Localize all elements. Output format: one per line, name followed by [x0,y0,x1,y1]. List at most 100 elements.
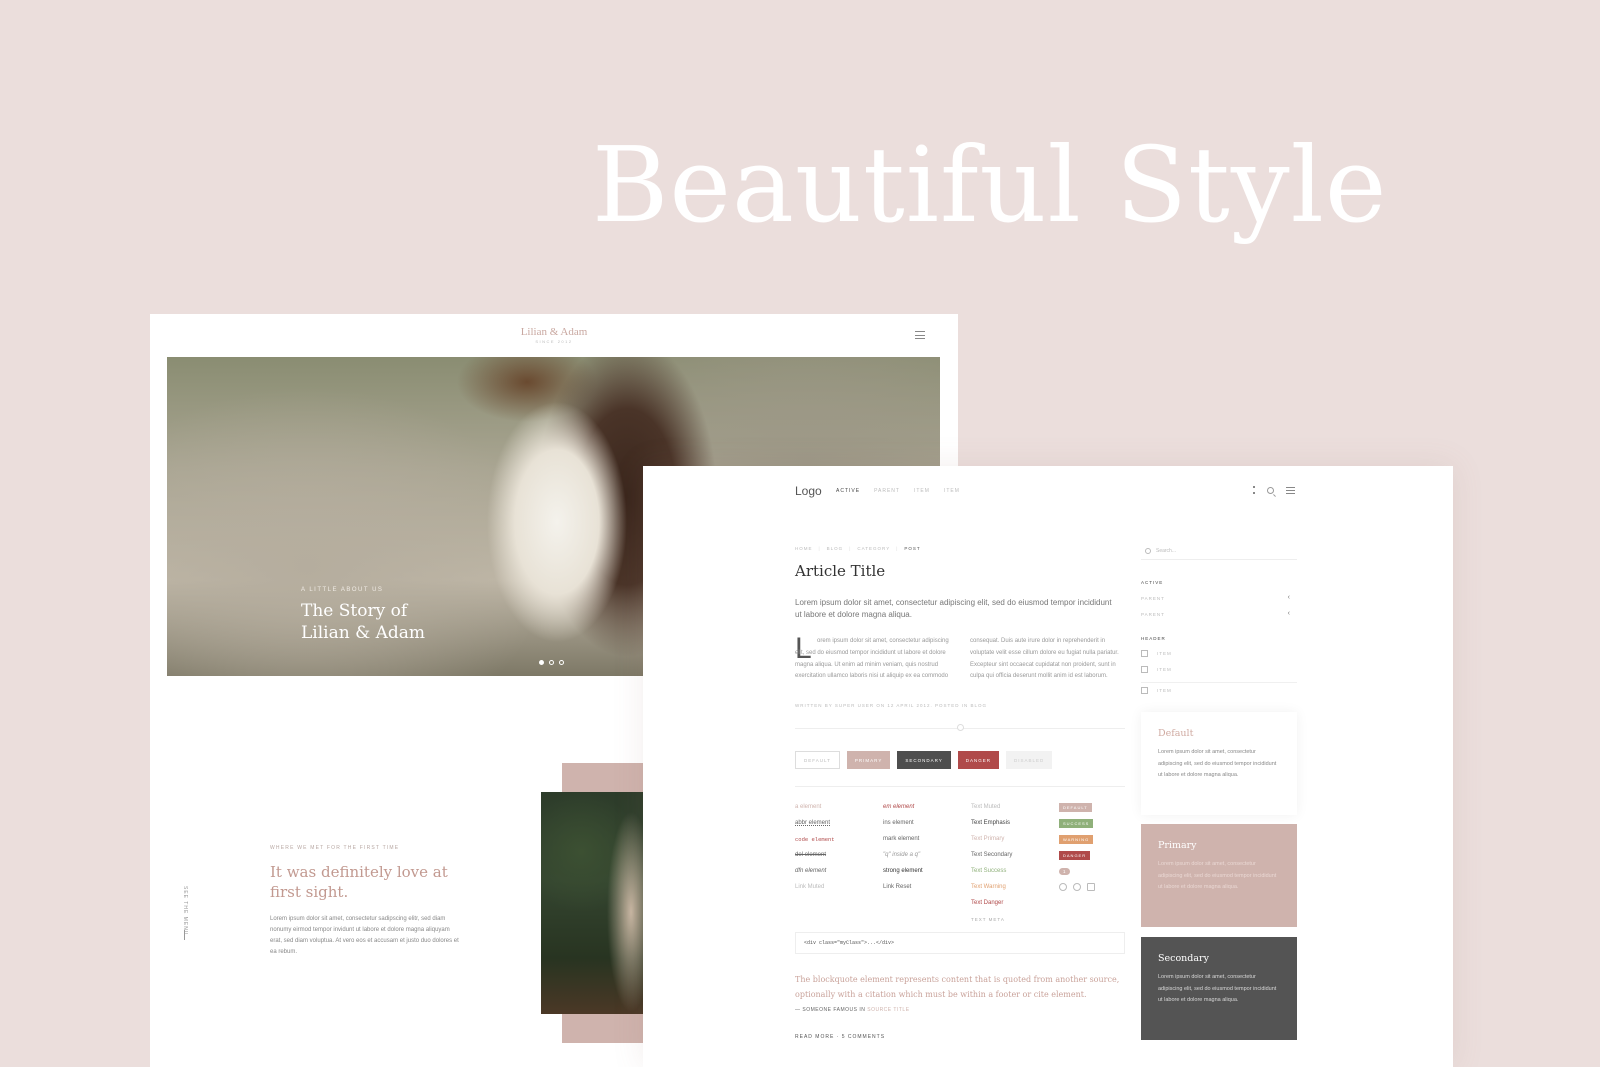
label-wrap: DANGER [1059,847,1129,863]
couple-photo [541,792,651,1014]
nav-item[interactable]: ITEM [914,488,930,494]
article-column-1: orem ipsum dolor sit amet, consectetur a… [795,638,949,680]
strong-element: strong element [883,868,923,874]
sidebar-item-active[interactable]: ACTIVE [1141,580,1163,585]
sidebar-item[interactable]: ITEM [1141,666,1297,673]
menu-icon[interactable] [915,331,925,339]
trash-icon[interactable] [1087,883,1095,891]
a-element-link[interactable]: a element [795,799,883,815]
card-secondary: Secondary Lorem ipsum dolor sit amet, co… [1141,937,1297,1040]
github-icon[interactable] [1073,883,1081,891]
sidebar-item-label: ITEM [1157,688,1172,693]
sidebar-item-label: PARENT [1141,612,1165,617]
sidebar-item-parent[interactable]: PARENT ‹ [1141,594,1297,601]
chevron-left-icon[interactable]: ‹ [1288,594,1291,601]
site-brand[interactable]: Lilian & Adam SINCE 2012 [150,326,958,344]
button-row: DEFAULT PRIMARY SECONDARY DANGER DISABLE… [795,751,1053,769]
labels-col: DEFAULT SUCCESS WARNING DANGER 1 [1059,799,1129,927]
article-meta: WRITTEN BY SUPER USER ON 12 APRIL 2012. … [795,703,988,708]
sidebar-item-parent[interactable]: PARENT ‹ [1141,610,1297,617]
text-success: Text Success [971,868,1007,874]
text-warning: Text Warning [971,884,1006,890]
label-default: DEFAULT [1059,802,1092,812]
disabled-button: DISABLED [1006,751,1053,769]
icon-row [1059,879,1129,895]
menu-icon[interactable] [1286,486,1295,494]
secondary-button[interactable]: SECONDARY [897,751,951,769]
sidebar-item-label: ITEM [1157,651,1172,656]
card-title: Primary [1158,840,1197,851]
danger-button[interactable]: DANGER [957,751,1000,769]
slide-dot[interactable] [549,660,554,665]
divider-icon [957,724,964,731]
hero-title-line2: Lilian & Adam [301,623,426,643]
hero-title: The Story of Lilian & Adam [301,600,501,644]
text-muted: Text Muted [971,804,1001,810]
cite-source-link[interactable]: SOURCE TITLE [867,1007,909,1013]
badge-wrap: 1 [1059,863,1129,879]
label-warning: WARNING [1059,834,1094,844]
blockquote: The blockquote element represents conten… [795,975,1120,999]
inline-elements-col-2: em element ins element mark element "q" … [883,799,971,927]
label-wrap: WARNING [1059,831,1129,847]
sidebar-search-input[interactable]: Search... [1141,542,1297,560]
search-placeholder: Search... [1156,547,1177,554]
breadcrumb-home[interactable]: HOME [795,546,813,551]
link-muted[interactable]: Link Muted [795,879,883,895]
read-more-link[interactable]: READ MORE · 5 COMMENTS [795,1034,885,1040]
link-reset[interactable]: Link Reset [883,879,971,895]
label-danger: DANGER [1059,850,1091,860]
mark-element: mark element [883,836,920,842]
label-success: SUCCESS [1059,818,1094,828]
default-button[interactable]: DEFAULT [795,751,840,769]
card-default: Default Lorem ipsum dolor sit amet, cons… [1141,712,1297,815]
text-colors-col: Text Muted Text Emphasis Text Primary Te… [971,799,1059,927]
slide-dot[interactable] [559,660,564,665]
typography-samples: a element abbr element code element del … [795,799,1129,927]
badge: 1 [1059,867,1070,875]
nav-item-parent[interactable]: PARENT [874,488,900,494]
card-body: Lorem ipsum dolor sit amet, consectetur … [1158,974,1277,1003]
story-title: It was definitely love at first sight. [270,863,448,901]
card-body: Lorem ipsum dolor sit amet, consectetur … [1158,861,1277,890]
text-emphasis: Text Emphasis [971,820,1011,826]
search-icon[interactable] [1267,486,1274,494]
side-menu-label[interactable]: SEE THE MENU [182,886,188,935]
blockquote-cite: — SOMEONE FAMOUS IN SOURCE TITLE [795,1007,910,1013]
nav-item[interactable]: ITEM [944,488,960,494]
article-lead: Lorem ipsum dolor sit amet, consectetur … [795,598,1112,619]
chevron-left-icon[interactable]: ‹ [1288,610,1291,617]
mini-icons [1059,883,1095,891]
story-text: Lorem ipsum dolor sit amet, consectetur … [270,916,459,955]
dfn-element: dfn element [795,868,827,874]
abbr-element: abbr element [795,820,831,826]
logo[interactable]: Logo [795,484,822,498]
breadcrumb-blog[interactable]: BLOG [827,546,844,551]
text-primary: Text Primary [971,836,1005,842]
breadcrumb-category[interactable]: CATEGORY [857,546,890,551]
sidebar-item[interactable]: ITEM [1141,682,1297,694]
divider [795,786,1125,787]
sidebar-item[interactable]: ITEM [1141,650,1297,657]
article-title: Article Title [795,562,886,580]
text-secondary: Text Secondary [971,852,1013,858]
inline-elements-col: a element abbr element code element del … [795,799,883,927]
sidebar-item-label: ITEM [1157,667,1172,672]
page-headline: Beautiful Style [592,124,1388,246]
brand-subtitle: SINCE 2012 [535,339,573,344]
slide-dot[interactable] [539,660,544,665]
label-wrap: SUCCESS [1059,815,1129,831]
table-icon [1141,650,1148,657]
more-icon[interactable] [1253,486,1255,494]
text-meta: TEXT META [971,916,1005,922]
side-menu-line [184,930,185,940]
nav-icons [1253,486,1295,494]
home-icon[interactable] [1059,883,1067,891]
code-element: code element [795,835,835,843]
hero-title-line1: The Story of [301,601,408,621]
sidebar-header: HEADER [1141,636,1166,641]
primary-button[interactable]: PRIMARY [846,751,891,769]
cite-prefix: — SOMEONE FAMOUS IN [795,1007,866,1013]
nav-item-active[interactable]: ACTIVE [836,488,860,494]
grid-icon [1141,666,1148,673]
